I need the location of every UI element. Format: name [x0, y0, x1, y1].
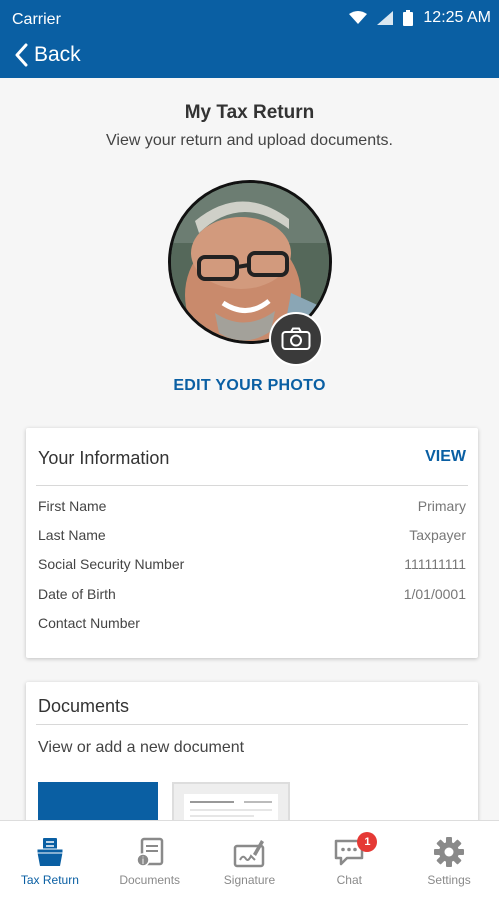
edit-photo-link[interactable]: EDIT YOUR PHOTO	[0, 377, 499, 395]
your-information-card: Your Information VIEW First Name Primary…	[26, 428, 478, 658]
tab-chat[interactable]: 1 Chat	[299, 821, 399, 900]
documents-title: Documents	[38, 696, 130, 716]
info-value: Primary	[417, 498, 466, 514]
info-label: Date of Birth	[38, 586, 116, 602]
tab-bar: Tax Return i Documents Signature 1 Chat …	[0, 820, 499, 900]
page-title: My Tax Return	[184, 102, 315, 123]
change-photo-button[interactable]	[269, 312, 323, 366]
info-row-last-name: Last Name Taxpayer	[38, 527, 466, 547]
signature-icon	[234, 840, 265, 868]
status-bar: Carrier 12:25 AM	[0, 0, 499, 38]
info-value: 111111111	[404, 556, 466, 572]
info-label: Social Security Number	[38, 556, 185, 572]
document-preview	[184, 794, 278, 820]
info-label: Last Name	[38, 527, 106, 543]
main-content[interactable]: My Tax Return View your return and uploa…	[0, 78, 499, 820]
tab-documents[interactable]: i Documents	[100, 821, 200, 900]
info-value: Taxpayer	[409, 527, 466, 543]
camera-icon	[281, 327, 311, 350]
info-label: First Name	[38, 498, 107, 514]
info-label: Contact Number	[38, 615, 140, 631]
tab-signature[interactable]: Signature	[200, 821, 300, 900]
info-value: 1/01/0001	[403, 586, 466, 602]
divider	[36, 485, 468, 486]
documents-card: Documents View or add a new document	[26, 682, 478, 820]
divider	[36, 724, 468, 725]
battery-icon	[403, 10, 414, 26]
page-subtitle: View your return and upload documents.	[106, 132, 393, 149]
chevron-left-icon	[15, 43, 28, 67]
your-information-title: Your Information	[38, 448, 170, 468]
info-row-dob: Date of Birth 1/01/0001	[38, 586, 466, 606]
carrier-label: Carrier	[12, 11, 61, 28]
tab-label: Chat	[336, 873, 362, 887]
documents-icon: i	[135, 837, 163, 867]
documents-subtitle: View or add a new document	[38, 739, 245, 756]
tab-label: Signature	[223, 873, 276, 887]
wifi-icon	[349, 11, 368, 24]
tax-return-icon	[36, 838, 64, 866]
cellular-icon	[377, 11, 394, 25]
info-row-contact-number: Contact Number	[38, 615, 466, 635]
svg-text:i: i	[142, 856, 144, 867]
tab-tax-return[interactable]: Tax Return	[0, 821, 100, 900]
gear-icon	[434, 837, 465, 867]
clock: 12:25 AM	[423, 9, 491, 26]
tab-settings[interactable]: Settings	[399, 821, 499, 900]
status-icons: 12:25 AM	[349, 9, 491, 27]
nav-bar: Back	[0, 38, 499, 78]
add-document-tile[interactable]	[38, 782, 158, 820]
tab-label: Settings	[427, 873, 471, 887]
tab-label: Documents	[119, 873, 181, 887]
back-button[interactable]: Back	[14, 38, 81, 72]
view-information-link[interactable]: VIEW	[425, 448, 466, 466]
info-row-ssn: Social Security Number 111111111	[38, 556, 466, 576]
info-row-first-name: First Name Primary	[38, 498, 466, 518]
chat-unread-badge: 1	[357, 832, 378, 852]
document-thumbnail[interactable]	[172, 782, 290, 820]
tab-label: Tax Return	[20, 873, 79, 887]
back-label: Back	[34, 43, 81, 66]
